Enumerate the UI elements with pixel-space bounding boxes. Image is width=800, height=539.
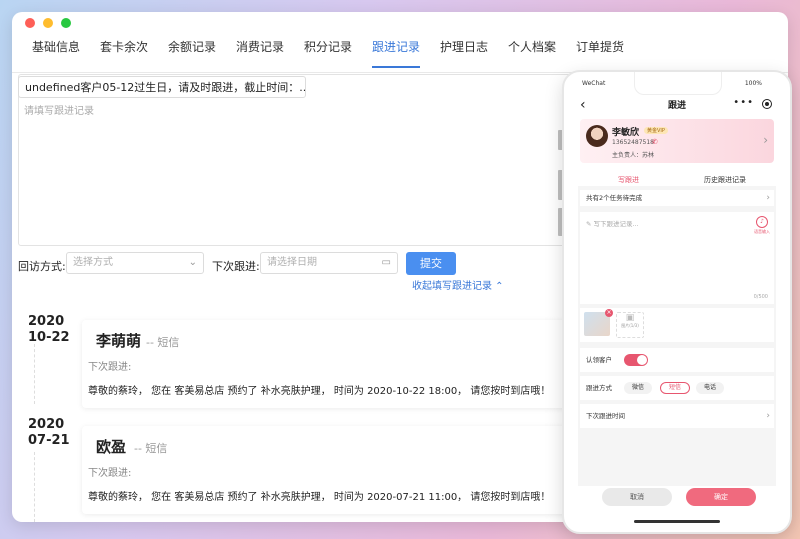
claim-customer-toggle[interactable] [624, 354, 648, 366]
phone-nav-bar: ‹ 跟进 ••• [564, 94, 790, 114]
remove-photo-icon[interactable]: × [605, 309, 613, 317]
battery-text: 100% [744, 80, 762, 87]
follow-up-notice-select[interactable]: undefined客户05-12过生日，请及时跟进，截止时间：... [18, 76, 306, 98]
follow-up-textarea[interactable] [18, 74, 592, 246]
uploaded-photo-thumbnail[interactable]: × [584, 309, 613, 336]
calendar-icon: ▭ [381, 257, 391, 268]
record-year: 2020 [28, 417, 65, 432]
phone-mockup: WeChat 100% ‹ 跟进 ••• 李敏欣 黄金VIP 136524875… [562, 70, 792, 534]
tab-order-pickup[interactable]: 订单提货 [576, 38, 624, 66]
home-indicator [634, 520, 720, 523]
tasks-row[interactable]: 共有2个任务待完成 › [580, 190, 774, 206]
follow-method-label: 跟进方式 [586, 384, 612, 392]
timeline-line [34, 344, 36, 404]
cancel-button[interactable]: 取消 [602, 488, 672, 506]
write-follow-up-area[interactable]: ✎ 写下跟进记录... ♪ 语音输入 0/500 [580, 212, 774, 304]
claim-customer-row: 认领客户 [580, 348, 774, 372]
visit-method-label: 回访方式: [18, 260, 66, 273]
tab-card-balance[interactable]: 套卡余次 [100, 38, 148, 66]
tab-care-log[interactable]: 护理日志 [440, 38, 488, 66]
title-bar [12, 12, 788, 34]
visit-method-select[interactable]: 选择方式 ⌄ [66, 252, 204, 274]
photo-row: × ▣ 图片(1/3) [580, 308, 774, 342]
more-icon[interactable]: ••• [733, 97, 754, 108]
carrier-text: WeChat [582, 80, 606, 87]
next-follow-time-label: 下次跟进时间 [586, 412, 625, 420]
tab-follow-up-records[interactable]: 跟进记录 [372, 38, 421, 68]
record-day: 10-22 [28, 330, 70, 345]
next-follow-date-input[interactable]: 请选择日期 ▭ [260, 252, 398, 274]
record-day: 07-21 [28, 433, 70, 448]
tab-bar: 基础信息 套卡余次 余额记录 消费记录 积分记录 跟进记录 护理日志 个人档案 … [12, 34, 788, 73]
chevron-right-icon: › [766, 411, 770, 421]
mini-program-close-icon[interactable] [762, 99, 772, 109]
method-option-wechat[interactable]: 微信 [624, 382, 652, 394]
microphone-icon[interactable]: ♪ [756, 216, 768, 228]
avatar [586, 125, 608, 147]
record-channel: -- 短信 [134, 442, 168, 455]
image-icon: ▣ [625, 313, 635, 323]
close-window-button[interactable] [25, 18, 35, 28]
record-next-follow: 下次跟进: [88, 362, 132, 373]
vip-badge: 黄金VIP [644, 127, 668, 134]
textarea-placeholder: 请填写跟进记录 [24, 106, 94, 117]
write-placeholder-text: 写下跟进记录... [593, 220, 639, 228]
owner-text: 主负责人：苏林 [612, 152, 655, 159]
method-option-phone[interactable]: 电话 [696, 382, 724, 394]
record-name: 李萌萌 [96, 332, 142, 350]
zoom-window-button[interactable] [61, 18, 71, 28]
next-follow-time-row[interactable]: 下次跟进时间 › [580, 404, 774, 428]
record-name: 欧盈 [96, 438, 127, 456]
submit-button[interactable]: 提交 [406, 252, 456, 275]
customer-phone: 13652487518 [612, 139, 654, 146]
record-date: 2020 10-22 [28, 314, 70, 346]
record-next-follow: 下次跟进: [88, 468, 132, 479]
record-date: 2020 07-21 [28, 417, 70, 449]
chevron-right-icon: › [766, 193, 770, 203]
tab-balance-records[interactable]: 余额记录 [168, 38, 216, 66]
claim-customer-label: 认领客户 [586, 356, 612, 364]
record-message: 尊敬的蔡玲， 您在 客美易总店 预约了 补水亮肤护理， 时间为 2020-10-… [88, 386, 551, 397]
phone-notch [634, 72, 722, 95]
follow-up-record-card: 李萌萌 -- 短信 下次跟进: 尊敬的蔡玲， 您在 客美易总店 预约了 补水亮肤… [82, 320, 642, 408]
minimize-window-button[interactable] [43, 18, 53, 28]
voice-input-label: 语音输入 [754, 229, 770, 234]
collapse-form-link[interactable]: 收起填写跟进记录 ⌃ [412, 277, 504, 292]
next-follow-placeholder: 请选择日期 [267, 257, 317, 268]
phone-tab-history[interactable]: 历史跟进记录 [704, 175, 746, 185]
tab-points-records[interactable]: 积分记录 [304, 38, 352, 66]
tab-basic-info[interactable]: 基础信息 [32, 38, 80, 66]
follow-up-record-card: 欧盈 -- 短信 下次跟进: 尊敬的蔡玲， 您在 客美易总店 预约了 补水亮肤护… [82, 426, 642, 514]
follow-method-row: 跟进方式 微信 短信 电话 [580, 376, 774, 400]
tab-consumption-records[interactable]: 消费记录 [236, 38, 284, 66]
photo-count-label: 图片(1/3) [621, 323, 639, 328]
chevron-right-icon: › [763, 133, 768, 147]
phone-call-icon[interactable]: ✆ [652, 138, 658, 146]
add-photo-button[interactable]: ▣ 图片(1/3) [616, 312, 644, 338]
chevron-down-icon: ⌄ [188, 257, 197, 268]
method-option-sms[interactable]: 短信 [660, 382, 690, 394]
customer-card[interactable]: 李敏欣 黄金VIP 13652487518 ✆ 主负责人：苏林 › [580, 119, 774, 163]
record-year: 2020 [28, 314, 65, 329]
record-channel: -- 短信 [146, 336, 180, 349]
tasks-text: 共有2个任务待完成 [586, 194, 643, 202]
record-message: 尊敬的蔡玲， 您在 客美易总店 预约了 补水亮肤护理， 时间为 2020-07-… [88, 492, 551, 503]
phone-page-title: 跟进 [667, 101, 686, 111]
timeline-line [34, 452, 36, 522]
tab-personal-profile[interactable]: 个人档案 [508, 38, 556, 66]
visit-method-placeholder: 选择方式 [73, 257, 113, 268]
next-follow-label: 下次跟进: [212, 260, 260, 273]
char-count: 0/500 [753, 294, 768, 300]
confirm-button[interactable]: 确定 [686, 488, 756, 506]
customer-name: 李敏欣 [612, 128, 640, 138]
write-placeholder: ✎ 写下跟进记录... [586, 220, 639, 228]
